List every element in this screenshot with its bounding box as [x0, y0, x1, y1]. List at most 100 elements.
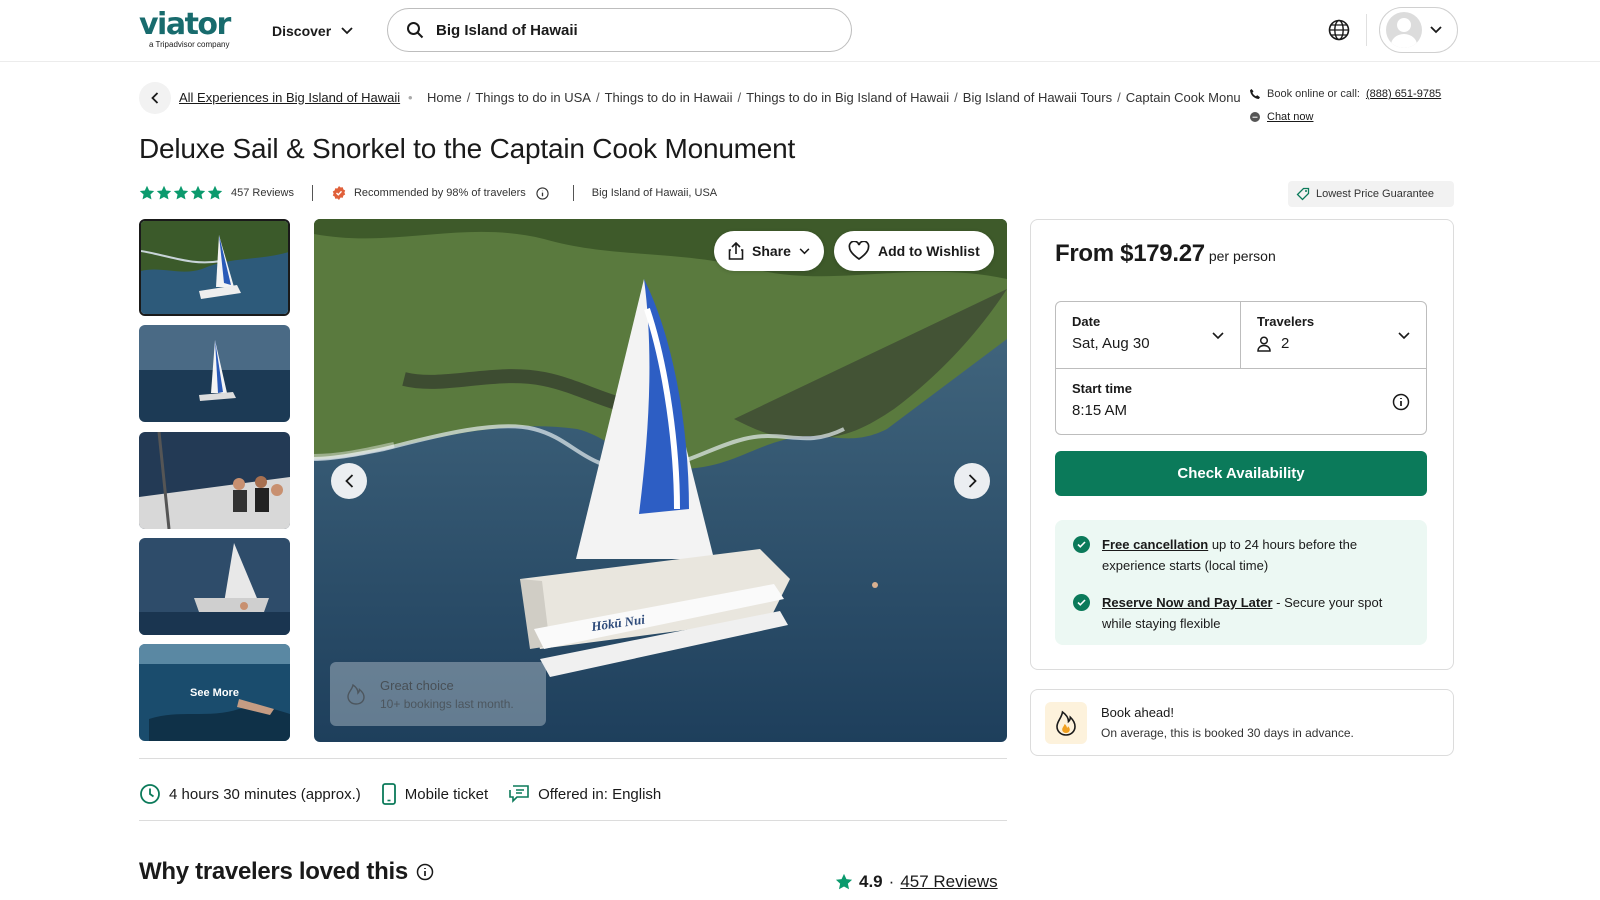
globe-icon[interactable] — [1327, 18, 1351, 42]
search-input[interactable] — [436, 21, 816, 39]
free-cancellation-item: Free cancellation up to 24 hours before … — [1073, 534, 1407, 576]
date-value: Sat, Aug 30 — [1072, 335, 1150, 352]
date-label: Date — [1072, 314, 1101, 329]
recommended-text: Recommended by 98% of travelers — [353, 187, 526, 199]
all-experiences-link[interactable]: All Experiences in Big Island of Hawaii — [179, 90, 400, 105]
reserve-now-link[interactable]: Reserve Now and Pay Later — [1102, 595, 1273, 610]
gallery-thumbnail-see-more[interactable]: See More — [139, 644, 290, 741]
gallery-thumbnail[interactable] — [139, 432, 290, 529]
avatar — [1386, 12, 1422, 48]
logo-subtitle: a Tripadvisor company — [149, 40, 230, 49]
chat-now-link[interactable]: Chat now — [1267, 111, 1313, 123]
star-icon — [207, 185, 223, 200]
next-image-button[interactable] — [954, 463, 990, 499]
badge-title: Great choice — [380, 677, 454, 693]
start-time-label: Start time — [1072, 381, 1132, 396]
breadcrumb-item-tours[interactable]: Big Island of Hawaii Tours — [963, 90, 1112, 105]
duration-text: 4 hours 30 minutes (approx.) — [169, 785, 361, 803]
duration-feature: 4 hours 30 minutes (approx.) — [139, 783, 361, 805]
speech-bubble-icon — [509, 785, 529, 803]
thumbnail-image — [139, 538, 290, 635]
previous-image-button[interactable] — [331, 463, 367, 499]
chevron-left-icon — [344, 474, 353, 488]
divider — [139, 820, 1007, 821]
badge-subtitle: 10+ bookings last month. — [380, 696, 514, 711]
rating-stars — [139, 185, 223, 201]
star-icon — [190, 185, 206, 200]
breadcrumb-item-hawaii[interactable]: Things to do in Hawaii — [605, 90, 733, 105]
reviews-link[interactable]: 457 Reviews — [900, 872, 997, 892]
breadcrumb-item-home[interactable]: Home — [427, 90, 462, 105]
check-circle-icon — [1073, 594, 1090, 611]
person-icon — [1257, 335, 1271, 352]
chevron-down-icon — [1398, 332, 1410, 340]
language-text: Offered in: English — [538, 785, 662, 803]
gallery-thumbnail[interactable] — [139, 325, 290, 422]
see-more-label: See More — [139, 644, 290, 741]
lowest-price-text: Lowest Price Guarantee — [1316, 188, 1435, 200]
language-feature: Offered in: English — [508, 784, 661, 804]
travelers-selector[interactable]: Travelers 2 — [1240, 301, 1427, 369]
heart-icon — [848, 241, 870, 261]
book-ahead-card: Book ahead! On average, this is booked 3… — [1030, 689, 1454, 756]
price-amount: From $179.27 — [1055, 240, 1205, 267]
great-choice-badge: Great choice 10+ bookings last month. — [330, 662, 546, 726]
check-circle-icon — [1073, 536, 1090, 553]
reviews-count-link[interactable]: 457 Reviews — [231, 187, 294, 199]
chevron-right-icon — [968, 474, 977, 488]
start-time-selector[interactable]: Start time 8:15 AM — [1055, 368, 1427, 435]
discover-label: Discover — [272, 23, 332, 39]
gallery-thumbnail[interactable] — [139, 219, 290, 316]
average-rating: 4.9 — [859, 872, 883, 891]
flame-icon — [347, 683, 365, 705]
account-menu-button[interactable] — [1379, 7, 1458, 53]
chat-icon — [1250, 112, 1260, 122]
discover-menu[interactable]: Discover — [272, 20, 353, 42]
flame-icon-box — [1045, 701, 1087, 744]
mobile-phone-icon — [381, 783, 396, 805]
breadcrumb-dot: • — [408, 90, 413, 105]
chat-now[interactable]: Chat now — [1249, 111, 1313, 123]
chevron-down-icon — [1212, 332, 1224, 340]
why-travelers-heading: Why travelers loved this — [139, 858, 434, 886]
back-button[interactable] — [139, 82, 171, 114]
add-to-wishlist-button[interactable]: Add to Wishlist — [834, 231, 994, 271]
meta-divider — [572, 185, 574, 201]
free-cancellation-link[interactable]: Free cancellation — [1102, 537, 1208, 552]
chevron-left-icon — [151, 92, 159, 104]
divider — [139, 758, 1007, 759]
thumbnail-image — [139, 432, 290, 529]
meta-divider — [311, 185, 313, 201]
location-link[interactable]: Big Island of Hawaii, USA — [592, 187, 717, 199]
share-label: Share — [752, 243, 791, 259]
date-selector[interactable]: Date Sat, Aug 30 — [1055, 301, 1241, 369]
rating-summary: 4.9 · 457 Reviews — [835, 872, 998, 892]
info-icon[interactable] — [1392, 393, 1410, 411]
gallery-thumbnail[interactable] — [139, 538, 290, 635]
info-icon[interactable] — [536, 186, 549, 200]
info-icon[interactable] — [416, 863, 434, 881]
tour-features: 4 hours 30 minutes (approx.) Mobile tick… — [139, 783, 681, 805]
logo-wordmark: viator — [139, 7, 231, 42]
share-button[interactable]: Share — [714, 231, 824, 271]
mobile-ticket-feature: Mobile ticket — [381, 783, 488, 805]
breadcrumb-item-current: Captain Cook Monun — [1125, 90, 1241, 105]
book-online-text: Book online or call: — [1267, 88, 1360, 100]
phone-number-link[interactable]: (888) 651-9785 — [1366, 88, 1441, 100]
book-ahead-title: Book ahead! — [1101, 705, 1175, 720]
start-time-value: 8:15 AM — [1072, 402, 1128, 419]
breadcrumb-item-usa[interactable]: Things to do in USA — [475, 90, 591, 105]
breadcrumb-item-big-island[interactable]: Things to do in Big Island of Hawaii — [746, 90, 949, 105]
top-navigation-bar: viator a Tripadvisor company Discover — [0, 0, 1600, 62]
price-unit: per person — [1208, 248, 1276, 264]
star-icon — [156, 185, 172, 200]
reserve-now-item: Reserve Now and Pay Later - Secure your … — [1073, 592, 1407, 634]
rating-separator: · — [888, 872, 895, 891]
search-bar[interactable] — [387, 8, 852, 52]
viator-logo[interactable]: viator a Tripadvisor company — [139, 10, 241, 50]
chevron-down-icon — [1430, 26, 1442, 34]
breadcrumb: Home / Things to do in USA / Things to do in… — [427, 90, 1241, 108]
lowest-price-guarantee-badge[interactable]: Lowest Price Guarantee — [1288, 181, 1454, 207]
check-availability-button[interactable]: Check Availability — [1055, 451, 1427, 496]
thumbnail-image — [139, 325, 290, 422]
